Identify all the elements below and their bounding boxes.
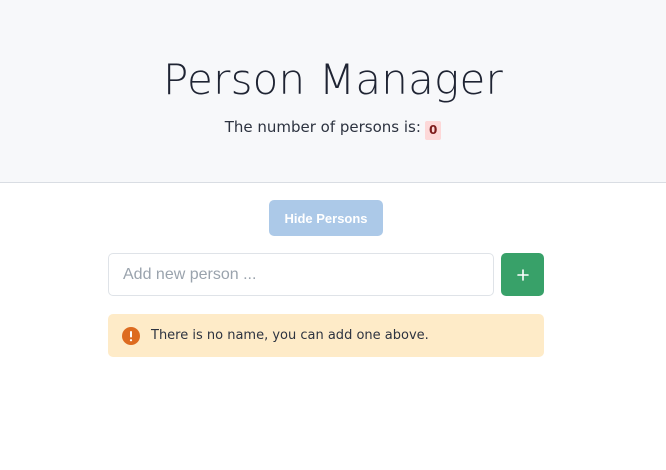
header-section: Person Manager The number of persons is:… <box>0 0 666 183</box>
person-count-label: The number of persons is: <box>224 118 421 136</box>
empty-alert: There is no name, you can add one above. <box>108 314 544 357</box>
person-count-line: The number of persons is: 0 <box>0 117 666 140</box>
plus-icon <box>516 268 529 281</box>
hide-persons-button[interactable]: Hide Persons <box>269 200 383 236</box>
person-count-badge: 0 <box>424 121 442 140</box>
alert-message: There is no name, you can add one above. <box>151 328 429 343</box>
page-title: Person Manager <box>163 55 503 104</box>
add-person-button[interactable] <box>501 253 544 296</box>
new-person-input[interactable] <box>108 253 494 296</box>
exclamation-circle-icon <box>122 326 140 345</box>
